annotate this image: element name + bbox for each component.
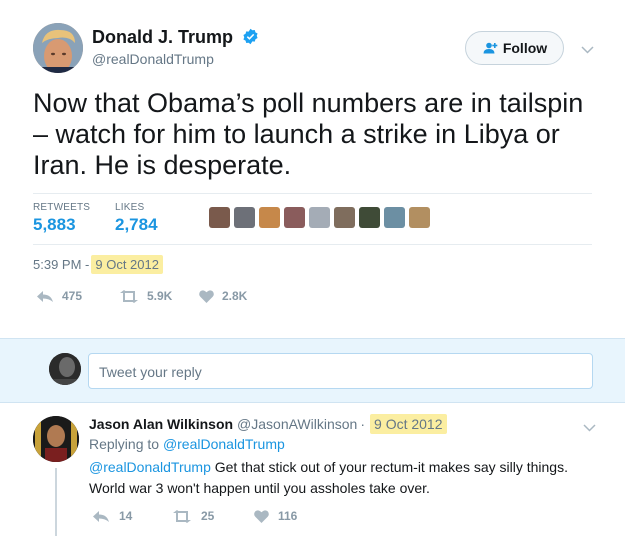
retweet-icon bbox=[173, 509, 191, 523]
like-button[interactable]: 116 bbox=[254, 509, 297, 523]
reply-author-avatar[interactable] bbox=[33, 416, 79, 462]
follow-button[interactable]: Follow bbox=[465, 31, 564, 65]
reply-input[interactable]: Tweet your reply bbox=[88, 353, 593, 389]
reply-icon bbox=[93, 510, 109, 522]
verified-badge-icon bbox=[242, 28, 259, 45]
author-name[interactable]: Donald J. Trump bbox=[92, 27, 259, 48]
separator-dot: · bbox=[360, 416, 366, 432]
retweets-count[interactable]: 5,883 bbox=[33, 215, 76, 235]
liker-avatar[interactable] bbox=[384, 207, 405, 228]
replying-to: Replying to @realDonaldTrump bbox=[89, 436, 285, 452]
reply-date-highlighted[interactable]: 9 Oct 2012 bbox=[370, 414, 447, 434]
replying-to-link[interactable]: @realDonaldTrump bbox=[163, 436, 285, 452]
chevron-down-icon[interactable] bbox=[583, 419, 596, 437]
liker-avatar[interactable] bbox=[259, 207, 280, 228]
retweet-icon bbox=[120, 289, 138, 303]
follow-person-plus-icon bbox=[483, 42, 498, 54]
reply-text: @realDonaldTrump Get that stick out of y… bbox=[89, 459, 568, 496]
retweet-button[interactable]: 5.9K bbox=[119, 289, 172, 303]
thread-line bbox=[55, 468, 57, 536]
liker-avatar[interactable] bbox=[309, 207, 330, 228]
tweet-date-highlighted: 9 Oct 2012 bbox=[91, 255, 163, 274]
retweets-label: RETWEETS bbox=[33, 202, 91, 213]
author-avatar[interactable] bbox=[33, 23, 83, 73]
liker-avatar[interactable] bbox=[409, 207, 430, 228]
like-button[interactable]: 2.8K bbox=[199, 289, 247, 303]
heart-icon bbox=[254, 509, 269, 523]
likes-count[interactable]: 2,784 bbox=[115, 215, 158, 235]
divider bbox=[33, 244, 592, 245]
reply-author-handle[interactable]: @JasonAWilkinson bbox=[237, 416, 357, 432]
likes-label: LIKES bbox=[115, 202, 145, 213]
mention-link[interactable]: @realDonaldTrump bbox=[89, 459, 211, 475]
chevron-down-icon[interactable] bbox=[581, 41, 594, 59]
reply-icon bbox=[37, 290, 53, 302]
reply-button[interactable]: 475 bbox=[36, 289, 82, 303]
liker-avatar[interactable] bbox=[234, 207, 255, 228]
reply-author-name[interactable]: Jason Alan Wilkinson bbox=[89, 416, 233, 432]
reply-header: Jason Alan Wilkinson @JasonAWilkinson · … bbox=[89, 414, 447, 434]
liker-avatar[interactable] bbox=[359, 207, 380, 228]
liker-avatar[interactable] bbox=[209, 207, 230, 228]
retweet-button[interactable]: 25 bbox=[172, 509, 214, 523]
author-handle[interactable]: @realDonaldTrump bbox=[92, 51, 214, 67]
tweet-timestamp: 5:39 PM - 9 Oct 2012 bbox=[33, 255, 163, 274]
main-tweet: Donald J. Trump @realDonaldTrump Follow … bbox=[0, 0, 625, 338]
heart-icon bbox=[199, 289, 214, 303]
tweet-text: Now that Obama’s poll numbers are in tai… bbox=[33, 88, 584, 180]
likers-avatars bbox=[209, 207, 430, 228]
reply-button[interactable]: 14 bbox=[92, 509, 132, 523]
current-user-avatar bbox=[49, 353, 81, 385]
liker-avatar[interactable] bbox=[284, 207, 305, 228]
divider bbox=[33, 193, 592, 194]
liker-avatar[interactable] bbox=[334, 207, 355, 228]
